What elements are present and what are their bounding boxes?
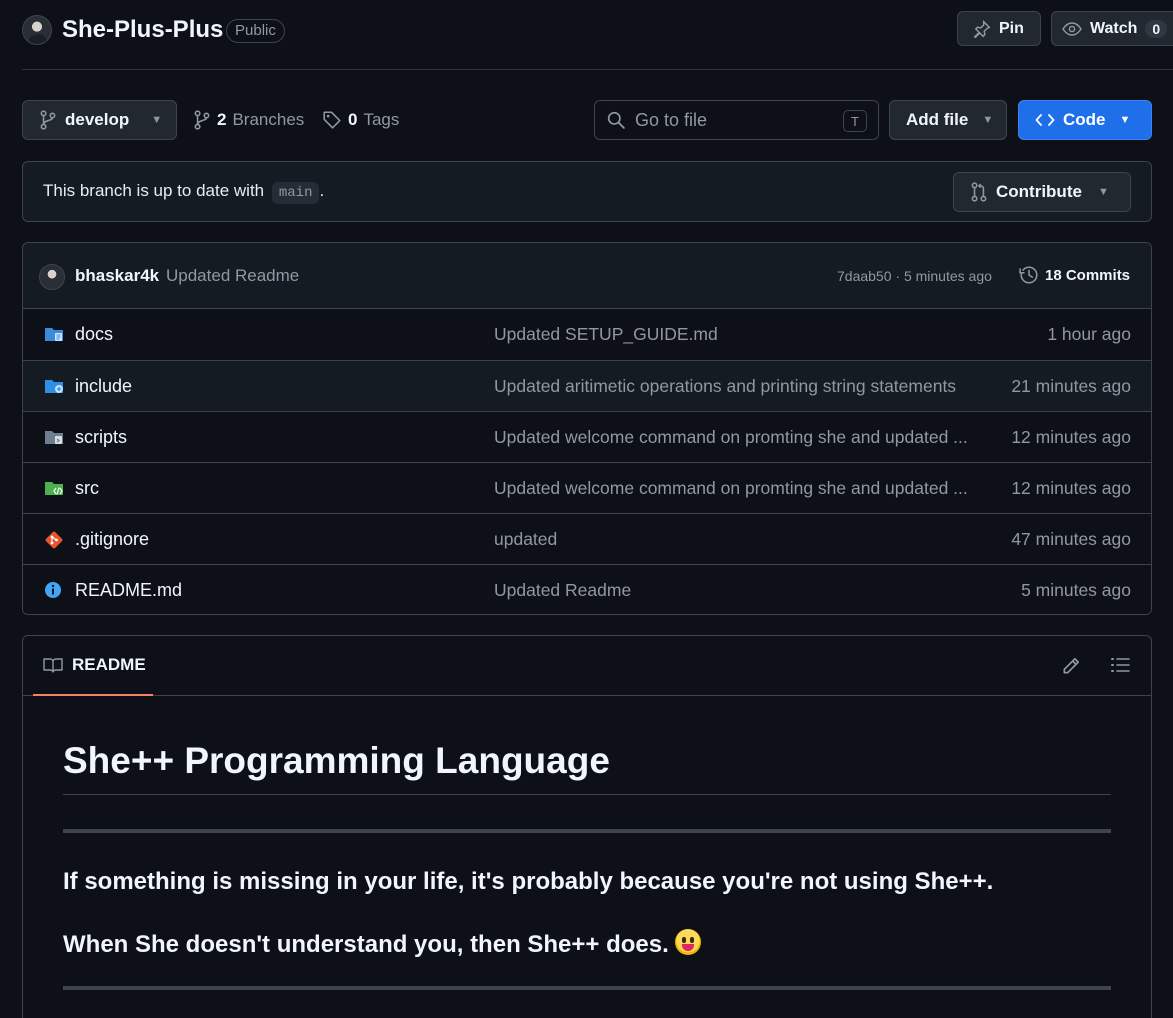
scripts-folder-icon bbox=[44, 428, 64, 446]
tab-readme[interactable]: README bbox=[33, 636, 153, 696]
tag-icon bbox=[322, 110, 342, 130]
chevron-down-icon: ▼ bbox=[982, 114, 994, 126]
repo-name[interactable]: She-Plus-Plus bbox=[62, 16, 223, 44]
file-timestamp: 47 minutes ago bbox=[1011, 529, 1131, 549]
chevron-down-icon: ▼ bbox=[151, 114, 163, 126]
branches-link[interactable]: 2 Branches bbox=[193, 100, 304, 140]
file-name[interactable]: src bbox=[75, 478, 99, 499]
docs-folder-icon bbox=[44, 325, 64, 343]
outline-list-icon[interactable] bbox=[1110, 656, 1130, 674]
chevron-down-icon: ▼ bbox=[1119, 114, 1131, 126]
readme-header: README bbox=[23, 636, 1151, 696]
branch-icon bbox=[193, 110, 211, 130]
file-timestamp: 21 minutes ago bbox=[1011, 376, 1131, 396]
readme-paragraph: If something is missing in your life, it… bbox=[63, 868, 994, 895]
src-folder-icon bbox=[44, 479, 64, 497]
file-name[interactable]: .gitignore bbox=[75, 529, 149, 550]
pull-request-icon bbox=[970, 182, 988, 202]
watch-label: Watch bbox=[1090, 19, 1138, 37]
pin-label: Pin bbox=[999, 19, 1024, 37]
readme-paragraph: When She doesn't understand you, then Sh… bbox=[63, 929, 701, 959]
file-name[interactable]: README.md bbox=[75, 580, 182, 601]
readme-tab-label: README bbox=[72, 655, 146, 674]
eye-icon bbox=[1062, 20, 1082, 38]
visibility-badge: Public bbox=[226, 19, 285, 43]
commits-count: 18 Commits bbox=[1045, 266, 1131, 284]
tags-link[interactable]: 0 Tags bbox=[322, 100, 399, 140]
file-commit-message[interactable]: Updated welcome command on promting she … bbox=[494, 478, 974, 499]
file-timestamp: 1 hour ago bbox=[1047, 324, 1131, 344]
branch-status-banner: This branch is up to date with main. Con… bbox=[22, 161, 1152, 222]
grinning-face-emoji-icon bbox=[674, 929, 701, 955]
watch-button[interactable]: Watch 0 ▼ bbox=[1051, 11, 1173, 46]
branches-count: 2 bbox=[217, 110, 227, 129]
banner-suffix: . bbox=[319, 181, 325, 200]
readme-title: She++ Programming Language bbox=[63, 740, 1111, 795]
add-file-label: Add file bbox=[906, 110, 969, 129]
commit-author[interactable]: bhaskar4k bbox=[75, 266, 159, 286]
go-to-file-search[interactable]: T bbox=[594, 100, 879, 140]
info-icon bbox=[44, 581, 62, 599]
avatar[interactable] bbox=[39, 264, 65, 290]
search-input[interactable] bbox=[635, 109, 835, 131]
file-name[interactable]: include bbox=[75, 376, 132, 397]
pin-icon bbox=[973, 19, 991, 38]
code-label: Code bbox=[1063, 110, 1106, 129]
file-commit-message[interactable]: Updated aritimetic operations and printi… bbox=[494, 376, 974, 397]
readme-panel: README She++ Programming Language If som… bbox=[22, 635, 1152, 1018]
code-icon bbox=[1035, 112, 1055, 128]
branch-status-text: This branch is up to date with main. bbox=[43, 181, 324, 204]
pin-button[interactable]: Pin bbox=[957, 11, 1041, 46]
file-list: docs Updated SETUP_GUIDE.md 1 hour ago i… bbox=[23, 309, 1151, 614]
branch-name: develop bbox=[65, 110, 130, 129]
file-timestamp: 5 minutes ago bbox=[1021, 580, 1131, 600]
file-commit-message[interactable]: Updated SETUP_GUIDE.md bbox=[494, 324, 974, 345]
banner-text: This branch is up to date with bbox=[43, 181, 265, 200]
table-row[interactable]: include Updated aritimetic operations an… bbox=[23, 360, 1151, 411]
contribute-label: Contribute bbox=[996, 182, 1082, 201]
file-name[interactable]: scripts bbox=[75, 427, 127, 448]
commit-message[interactable]: Updated Readme bbox=[166, 266, 299, 286]
owner-avatar[interactable] bbox=[22, 15, 52, 45]
commit-meta[interactable]: 7daab50 · 5 minutes ago bbox=[837, 268, 992, 284]
code-button[interactable]: Code ▼ bbox=[1018, 100, 1152, 140]
repo-header: She-Plus-Plus Public Pin Watch 0 ▼ bbox=[22, 0, 1173, 70]
table-row[interactable]: README.md Updated Readme 5 minutes ago bbox=[23, 564, 1151, 614]
git-icon bbox=[44, 530, 64, 550]
chevron-down-icon: ▼ bbox=[1097, 186, 1109, 198]
book-icon bbox=[43, 657, 63, 673]
history-icon bbox=[1019, 265, 1039, 285]
branch-selector[interactable]: develop ▼ bbox=[22, 100, 177, 140]
branches-label: Branches bbox=[232, 110, 305, 129]
branch-icon bbox=[39, 110, 57, 130]
file-timestamp: 12 minutes ago bbox=[1011, 478, 1131, 498]
latest-commit-bar: bhaskar4k Updated Readme 7daab50 · 5 min… bbox=[23, 243, 1151, 309]
tags-label: Tags bbox=[363, 110, 400, 129]
base-branch-name[interactable]: main bbox=[271, 182, 320, 204]
commits-link[interactable]: 18 Commits bbox=[1019, 265, 1130, 285]
table-row[interactable]: .gitignore updated 47 minutes ago bbox=[23, 513, 1151, 564]
file-browser: bhaskar4k Updated Readme 7daab50 · 5 min… bbox=[22, 242, 1152, 615]
file-timestamp: 12 minutes ago bbox=[1011, 427, 1131, 447]
watch-count: 0 bbox=[1145, 19, 1168, 38]
contribute-button[interactable]: Contribute ▼ bbox=[953, 172, 1131, 212]
table-row[interactable]: src Updated welcome command on promting … bbox=[23, 462, 1151, 513]
file-commit-message[interactable]: Updated welcome command on promting she … bbox=[494, 427, 974, 448]
horizontal-rule bbox=[63, 986, 1111, 990]
file-commit-message[interactable]: updated bbox=[494, 529, 974, 550]
table-row[interactable]: scripts Updated welcome command on promt… bbox=[23, 411, 1151, 462]
search-icon bbox=[607, 111, 625, 129]
table-row[interactable]: docs Updated SETUP_GUIDE.md 1 hour ago bbox=[23, 309, 1151, 360]
readme-line: When She doesn't understand you, then Sh… bbox=[63, 931, 669, 958]
pencil-icon[interactable] bbox=[1061, 656, 1081, 676]
include-folder-icon bbox=[44, 377, 64, 395]
add-file-button[interactable]: Add file ▼ bbox=[889, 100, 1007, 140]
tags-count: 0 bbox=[348, 110, 358, 129]
file-name[interactable]: docs bbox=[75, 324, 113, 345]
keyboard-shortcut-hint: T bbox=[843, 110, 867, 132]
horizontal-rule bbox=[63, 829, 1111, 833]
file-commit-message[interactable]: Updated Readme bbox=[494, 580, 974, 601]
